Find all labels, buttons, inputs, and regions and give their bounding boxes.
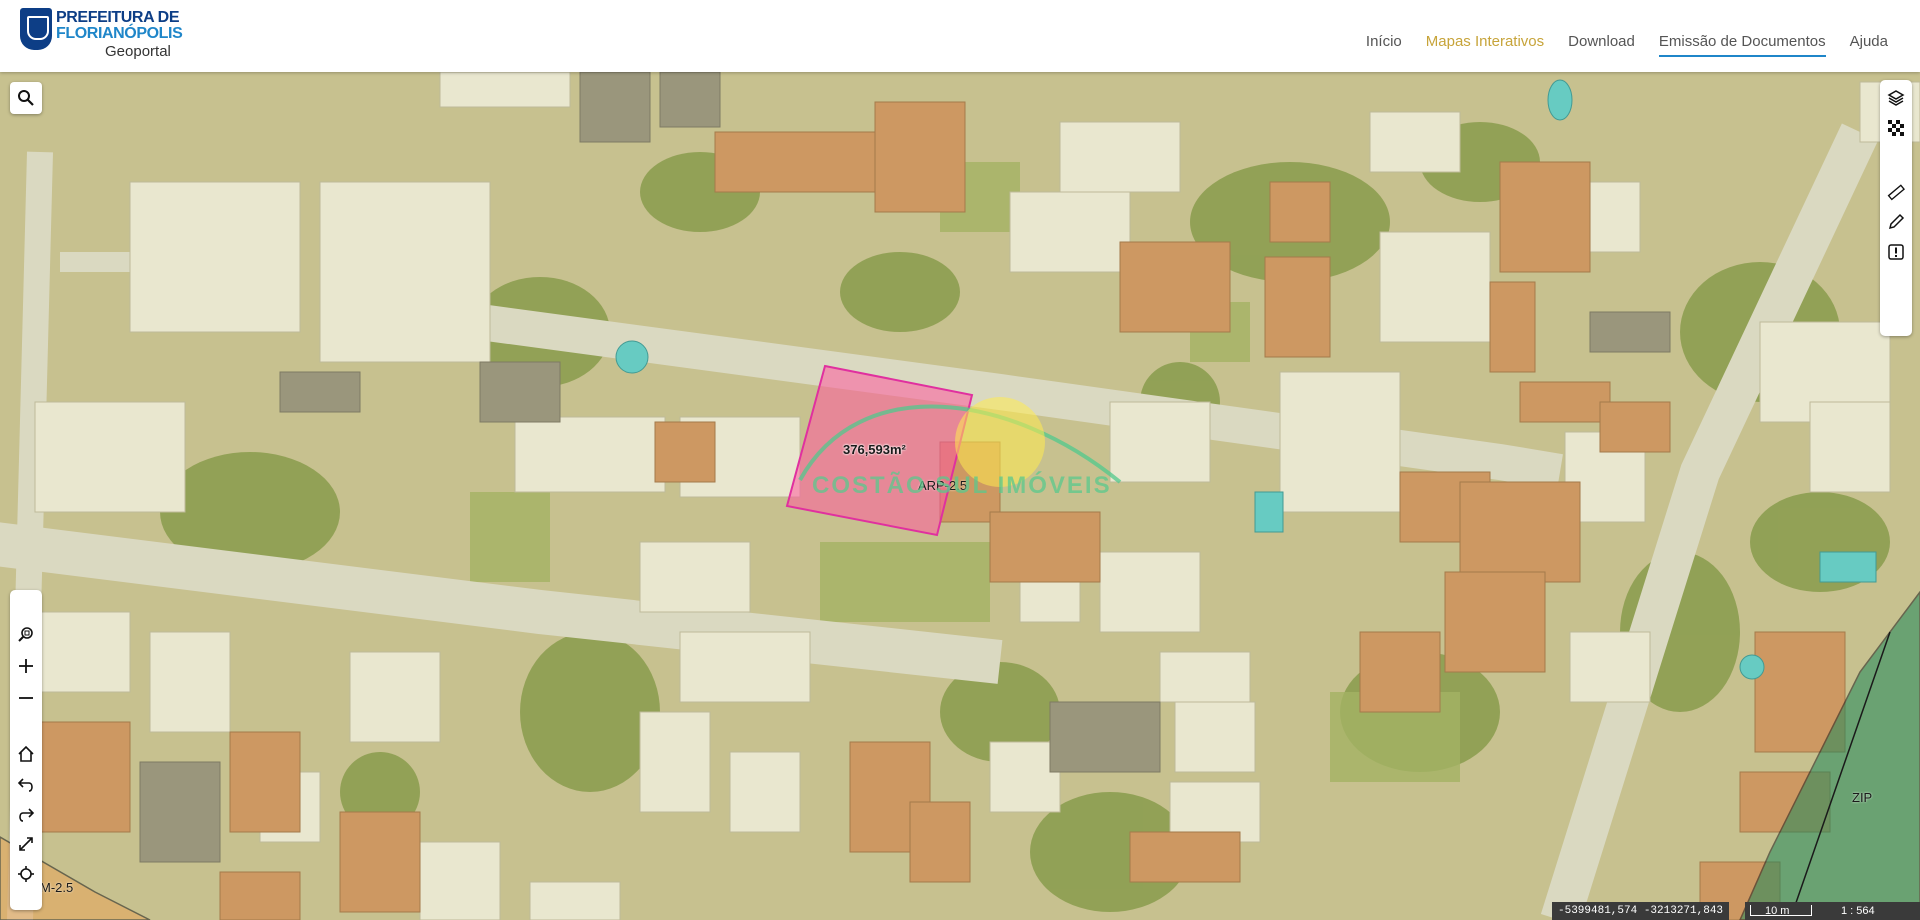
map-canvas[interactable]: 376,593m² ARP-2.5 COSTÃO SUL IMÓVEIS M-2… <box>0 72 1920 920</box>
basemap-button[interactable] <box>1880 114 1912 142</box>
nav-download[interactable]: Download <box>1568 33 1635 57</box>
locate-icon <box>18 866 34 882</box>
left-toolbar <box>10 590 42 910</box>
zoom-area-icon <box>18 627 33 642</box>
nav-emissao-documentos[interactable]: Emissão de Documentos <box>1658 33 1826 57</box>
undo-button[interactable] <box>10 770 42 798</box>
main-nav: Início Mapas Interativos Download Emissã… <box>1342 33 1888 57</box>
layers-button[interactable] <box>1880 84 1912 112</box>
zone-label-right: ZIP <box>1852 790 1873 805</box>
draw-button[interactable] <box>1880 208 1912 236</box>
nav-inicio[interactable]: Início <box>1366 33 1402 57</box>
locate-button[interactable] <box>10 860 42 888</box>
zone-label-bottom-left: M-2.5 <box>40 880 74 895</box>
home-button[interactable] <box>10 740 42 768</box>
logo-subtitle: Geoportal <box>105 43 171 60</box>
top-header: PREFEITURA DE FLORIANÓPOLIS Geoportal In… <box>0 0 1920 72</box>
logo-line-2: FLORIANÓPOLIS <box>56 25 183 42</box>
scale-ratio: 1 : 564 <box>1841 905 1875 917</box>
search-button[interactable] <box>10 82 42 114</box>
checkerboard-icon <box>1888 120 1904 136</box>
minus-icon <box>19 697 33 699</box>
ruler-icon <box>1887 184 1905 201</box>
scale-bar: 10 m 1 : 564 <box>1745 902 1920 920</box>
pencil-icon <box>1888 213 1905 230</box>
measure-button[interactable] <box>1880 178 1912 206</box>
home-icon <box>18 745 34 762</box>
layers-icon <box>1887 90 1905 106</box>
redo-icon <box>19 808 35 822</box>
plus-icon <box>19 659 33 673</box>
zoom-in-button[interactable] <box>10 652 42 680</box>
coordinates-readout: -5399481,574 -3213271,843 <box>1552 902 1730 920</box>
right-toolbar <box>1880 80 1912 336</box>
info-button[interactable] <box>1880 238 1912 266</box>
nav-ajuda[interactable]: Ajuda <box>1850 33 1888 57</box>
parcel-area-label: 376,593m² <box>843 442 906 457</box>
nav-mapas-interativos[interactable]: Mapas Interativos <box>1426 33 1544 57</box>
zoom-out-button[interactable] <box>10 684 42 712</box>
undo-icon <box>17 778 33 792</box>
scale-bar-label: 10 m <box>1765 905 1790 917</box>
zoom-area-button[interactable] <box>10 620 42 648</box>
search-icon <box>18 90 34 106</box>
watermark-text: COSTÃO SUL IMÓVEIS <box>812 472 1112 499</box>
logo[interactable]: PREFEITURA DE FLORIANÓPOLIS Geoportal <box>20 8 190 64</box>
redo-button[interactable] <box>10 800 42 828</box>
fullscreen-button[interactable] <box>10 830 42 858</box>
city-crest-icon <box>20 8 52 50</box>
expand-icon <box>19 837 33 851</box>
info-icon <box>1888 244 1904 260</box>
